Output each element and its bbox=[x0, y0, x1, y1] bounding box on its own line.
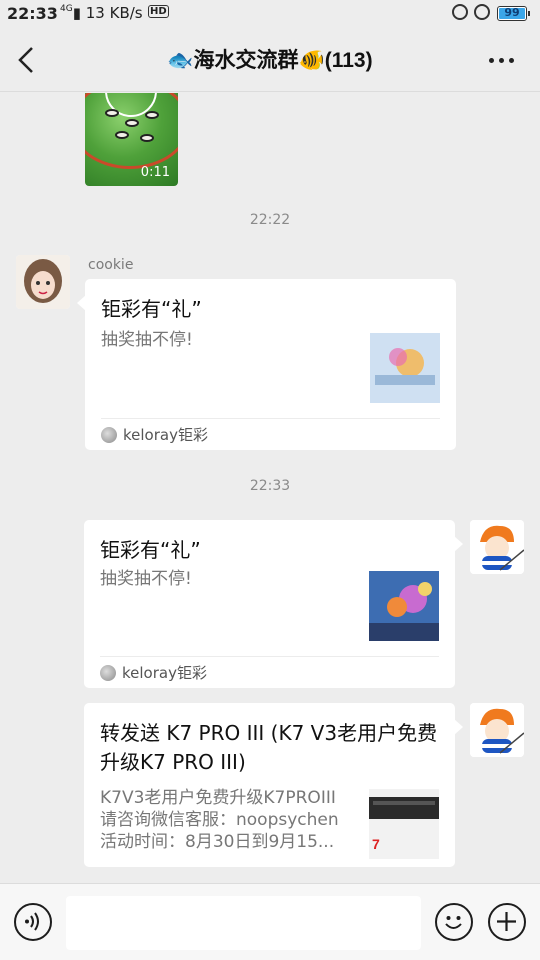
user-avatar-icon bbox=[470, 520, 524, 574]
link-card[interactable]: 钜彩有“礼” 抽奖抽不停! keloray钜彩 bbox=[84, 520, 463, 688]
my-avatar[interactable] bbox=[470, 703, 524, 757]
card-desc-line: 请咨询微信客服：noopsychen bbox=[100, 810, 339, 830]
network-indicator: 4G▮ 13 KB/s bbox=[60, 4, 143, 22]
battery-icon: 99 bbox=[497, 6, 530, 21]
thumb-text: 7 bbox=[372, 836, 380, 852]
dot bbox=[508, 57, 514, 63]
chat-header: 🐟海水交流群🐠(113) bbox=[0, 28, 540, 92]
bubble-tail bbox=[454, 536, 463, 552]
bubble-tail bbox=[77, 295, 86, 311]
more-dots-icon bbox=[488, 57, 494, 63]
card-title: 钜彩有“礼” bbox=[100, 538, 201, 562]
emoji-button[interactable] bbox=[435, 903, 473, 941]
card-thumbnail bbox=[369, 571, 439, 641]
thumbnail-image bbox=[370, 333, 440, 403]
dot bbox=[498, 57, 504, 63]
video-message[interactable]: 0:11 bbox=[85, 93, 178, 186]
video-duration: 0:11 bbox=[140, 165, 170, 180]
emoji-icon bbox=[445, 916, 462, 929]
card-source: keloray钜彩 bbox=[101, 418, 440, 450]
user-avatar-icon bbox=[470, 703, 524, 757]
message-input[interactable] bbox=[66, 896, 421, 950]
card-thumbnail: 7 bbox=[369, 789, 439, 859]
card-source: keloray钜彩 bbox=[100, 656, 439, 688]
fish-shape bbox=[140, 134, 154, 142]
status-app-icon bbox=[452, 4, 468, 20]
user-avatar-icon bbox=[16, 255, 70, 309]
voice-button[interactable] bbox=[14, 903, 52, 941]
network-type: 4G bbox=[60, 4, 73, 14]
message-list[interactable]: 0:11 22:22 cookie 钜彩有“礼” 抽奖抽不停! keloray钜… bbox=[0, 93, 540, 883]
card-description: 抽奖抽不停! bbox=[101, 330, 193, 350]
thumbnail-image bbox=[369, 571, 439, 641]
source-icon bbox=[100, 664, 116, 681]
battery-level: 99 bbox=[504, 6, 520, 19]
card-title: 钜彩有“礼” bbox=[101, 297, 202, 321]
status-time: 22:33 bbox=[7, 4, 58, 23]
plus-icon bbox=[497, 912, 516, 931]
sender-name: cookie bbox=[88, 257, 134, 273]
network-speed: 13 KB/s bbox=[85, 4, 143, 22]
my-avatar[interactable] bbox=[470, 520, 524, 574]
avatar[interactable] bbox=[16, 255, 70, 309]
alarm-icon bbox=[474, 4, 490, 20]
fish-shape bbox=[115, 131, 129, 139]
hd-icon: HD bbox=[148, 5, 169, 18]
input-bar bbox=[0, 883, 540, 960]
signal-icon: ▮ bbox=[72, 4, 81, 22]
source-name: keloray钜彩 bbox=[122, 664, 207, 682]
more-options-button[interactable] bbox=[486, 48, 516, 72]
voice-icon bbox=[25, 912, 39, 931]
chat-title: 🐟海水交流群🐠(113) bbox=[167, 49, 373, 72]
source-name: keloray钜彩 bbox=[123, 426, 208, 444]
card-description: 抽奖抽不停! bbox=[100, 569, 192, 589]
source-icon bbox=[101, 426, 117, 443]
timestamp: 22:22 bbox=[249, 212, 291, 228]
fish-shape bbox=[105, 109, 119, 117]
card-description: K7V3老用户免费升级K7PROIII 请咨询微信客服：noopsychen 活… bbox=[100, 787, 360, 853]
thumbnail-image: 7 bbox=[369, 789, 439, 859]
card-title: 转发送 K7 PRO III (K7 V3老用户免费升级K7 PRO III) bbox=[100, 721, 438, 774]
status-bar: 22:33 4G▮ 13 KB/s HD 99 bbox=[0, 0, 540, 28]
more-functions-button[interactable] bbox=[488, 903, 526, 941]
card-desc-line: K7V3老用户免费升级K7PROIII bbox=[100, 788, 336, 808]
fish-shape bbox=[145, 111, 159, 119]
bubble-tail bbox=[454, 719, 463, 735]
link-card[interactable]: 转发送 K7 PRO III (K7 V3老用户免费升级K7 PRO III) … bbox=[84, 703, 463, 867]
card-desc-line: 活动时间：8月30日到9月15... bbox=[100, 832, 335, 852]
fish-shape bbox=[125, 119, 139, 127]
card-thumbnail bbox=[370, 333, 440, 403]
link-card[interactable]: 钜彩有“礼” 抽奖抽不停! keloray钜彩 bbox=[77, 279, 456, 450]
timestamp: 22:33 bbox=[249, 478, 291, 494]
